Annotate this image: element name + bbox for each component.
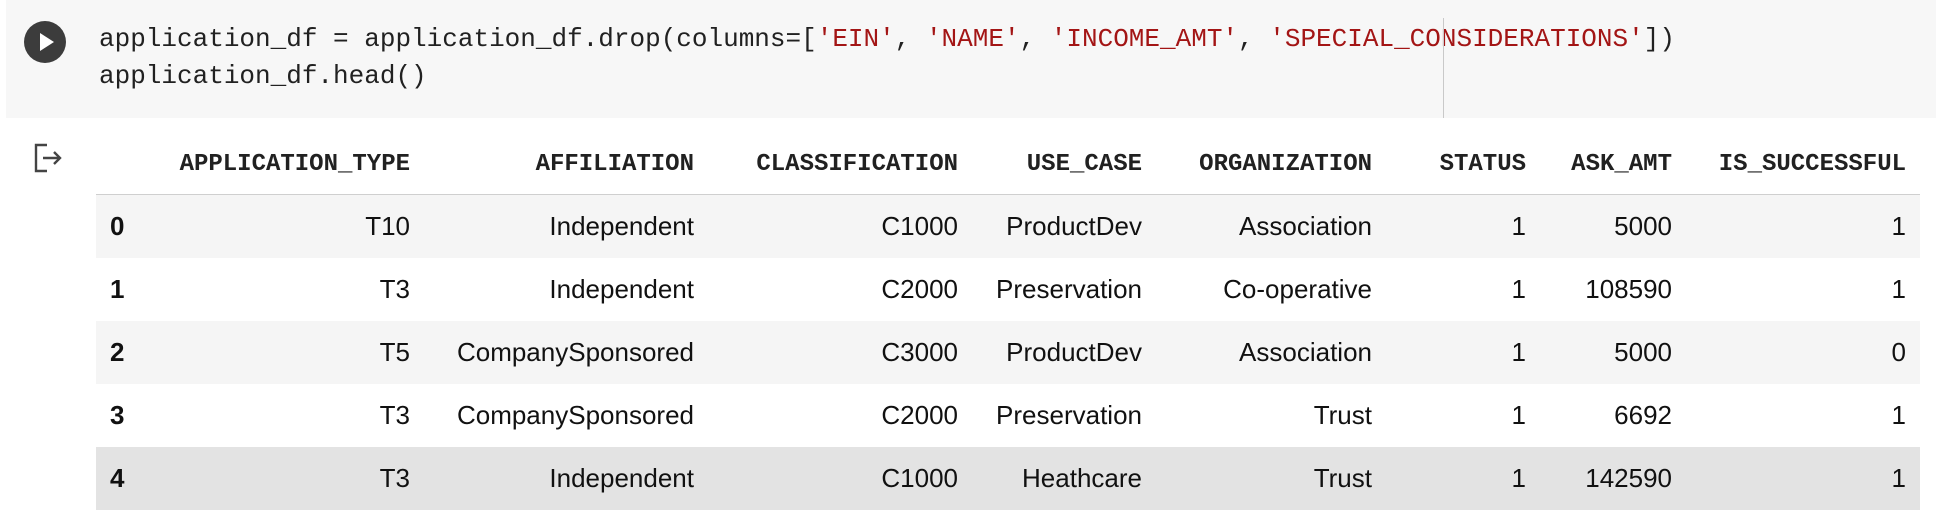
run-cell-button[interactable] xyxy=(24,21,66,63)
table-cell: C2000 xyxy=(708,258,972,321)
code-token: application_df.head() xyxy=(99,61,427,91)
table-cell: T10 xyxy=(152,194,424,258)
row-index: 1 xyxy=(96,258,152,321)
column-header: STATUS xyxy=(1386,134,1540,195)
table-cell: 1 xyxy=(1386,384,1540,447)
output-redirect-icon[interactable] xyxy=(32,141,66,175)
column-header: USE_CASE xyxy=(972,134,1156,195)
table-cell: Association xyxy=(1156,321,1386,384)
table-cell: Trust xyxy=(1156,447,1386,510)
code-editor[interactable]: application_df = application_df.drop(col… xyxy=(99,21,1675,95)
row-index: 2 xyxy=(96,321,152,384)
table-cell: 1 xyxy=(1686,258,1920,321)
table-cell: Preservation xyxy=(972,258,1156,321)
table-cell: 5000 xyxy=(1540,194,1686,258)
table-body: 0 T10 Independent C1000 ProductDev Associatio… xyxy=(96,194,1920,510)
table-cell: T3 xyxy=(152,384,424,447)
code-token: , xyxy=(1238,24,1270,54)
table-cell: 1 xyxy=(1686,447,1920,510)
play-icon xyxy=(40,33,54,51)
table-cell: Co-operative xyxy=(1156,258,1386,321)
dataframe-table: APPLICATION_TYPE AFFILIATION CLASSIFICATIO… xyxy=(96,134,1920,510)
table-cell: T3 xyxy=(152,447,424,510)
table-cell: Heathcare xyxy=(972,447,1156,510)
code-string-literal: 'EIN' xyxy=(816,24,895,54)
table-cell: C1000 xyxy=(708,447,972,510)
table-cell: C3000 xyxy=(708,321,972,384)
table-cell: 1 xyxy=(1686,194,1920,258)
table-cell: 6692 xyxy=(1540,384,1686,447)
code-token: ]) xyxy=(1643,24,1675,54)
table-cell: 1 xyxy=(1386,447,1540,510)
table-cell: 1 xyxy=(1386,194,1540,258)
code-token: , xyxy=(894,24,926,54)
table-header-row: APPLICATION_TYPE AFFILIATION CLASSIFICATIO… xyxy=(96,134,1920,195)
table-cell: ProductDev xyxy=(972,321,1156,384)
table-cell: Association xyxy=(1156,194,1386,258)
column-header: AFFILIATION xyxy=(424,134,708,195)
table-cell: Independent xyxy=(424,258,708,321)
table-cell: 108590 xyxy=(1540,258,1686,321)
table-cell: Independent xyxy=(424,447,708,510)
table-cell: 5000 xyxy=(1540,321,1686,384)
column-header: ASK_AMT xyxy=(1540,134,1686,195)
table-cell: 142590 xyxy=(1540,447,1686,510)
code-token: , xyxy=(1019,24,1051,54)
table-cell: 1 xyxy=(1686,384,1920,447)
index-column-header xyxy=(96,134,152,195)
table-cell: ProductDev xyxy=(972,194,1156,258)
text-cursor xyxy=(1443,18,1444,118)
table-cell: T3 xyxy=(152,258,424,321)
table-cell: 1 xyxy=(1386,258,1540,321)
column-header: ORGANIZATION xyxy=(1156,134,1386,195)
row-index: 3 xyxy=(96,384,152,447)
table-cell: 1 xyxy=(1386,321,1540,384)
table-cell: 0 xyxy=(1686,321,1920,384)
table-cell: Independent xyxy=(424,194,708,258)
column-header: APPLICATION_TYPE xyxy=(152,134,424,195)
code-string-literal: 'SPECIAL_CONSIDERATIONS' xyxy=(1269,24,1644,54)
table-row: 1 T3 Independent C2000 Preservation Co-operat… xyxy=(96,258,1920,321)
column-header: IS_SUCCESSFUL xyxy=(1686,134,1920,195)
table-cell: C2000 xyxy=(708,384,972,447)
table-row: 2 T5 CompanySponsored C3000 ProductDev Associ… xyxy=(96,321,1920,384)
code-token: application_df = application_df.drop(col… xyxy=(99,24,817,54)
row-index: 4 xyxy=(96,447,152,510)
table-cell: C1000 xyxy=(708,194,972,258)
table-row: 3 T3 CompanySponsored C2000 Preservation Trus… xyxy=(96,384,1920,447)
output-arrow-icon xyxy=(34,143,62,173)
table-cell: Trust xyxy=(1156,384,1386,447)
table-cell: CompanySponsored xyxy=(424,321,708,384)
table-row: 0 T10 Independent C1000 ProductDev Associatio… xyxy=(96,194,1920,258)
table-row: 4 T3 Independent C1000 Heathcare Trust 1 142590… xyxy=(96,447,1920,510)
table-cell: CompanySponsored xyxy=(424,384,708,447)
table-cell: T5 xyxy=(152,321,424,384)
code-string-literal: 'NAME' xyxy=(925,24,1020,54)
code-string-literal: 'INCOME_AMT' xyxy=(1050,24,1239,54)
row-index: 0 xyxy=(96,194,152,258)
column-header: CLASSIFICATION xyxy=(708,134,972,195)
table-cell: Preservation xyxy=(972,384,1156,447)
